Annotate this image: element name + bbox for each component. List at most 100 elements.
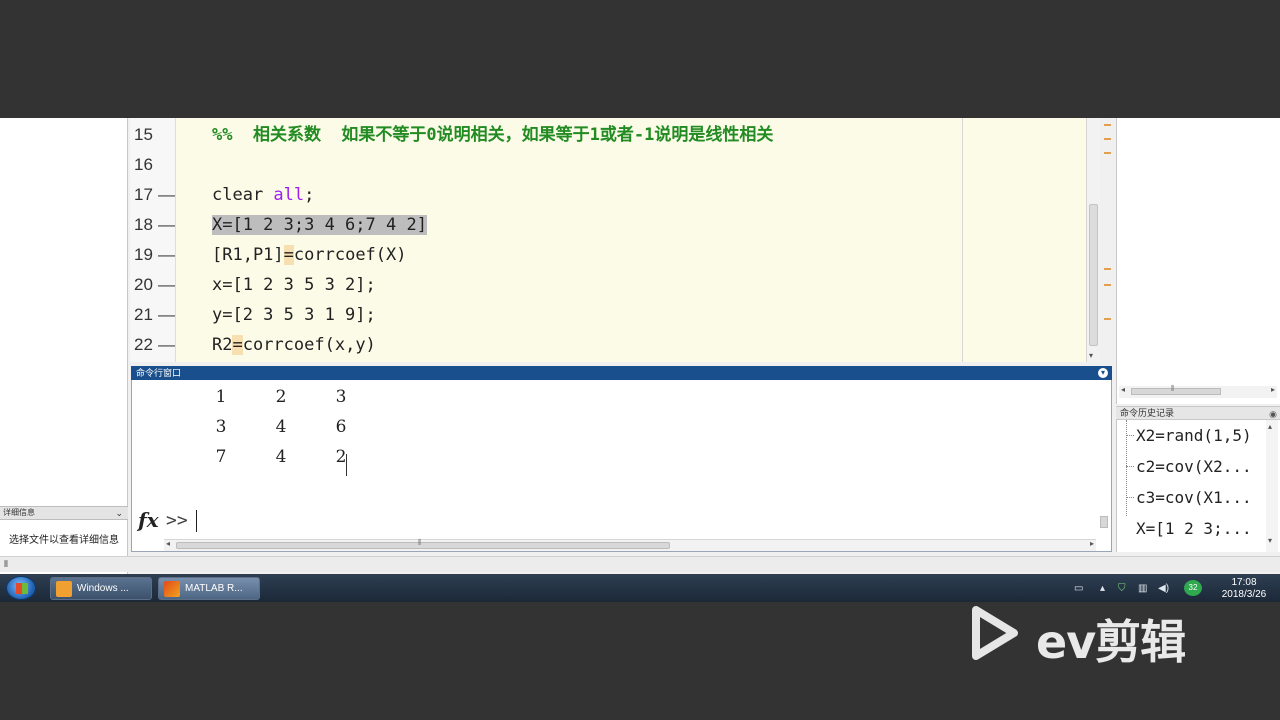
history-tree-branch [1126,466,1134,467]
function-browser-icon[interactable]: fx [138,508,159,532]
details-panel-header[interactable]: 详细信息 ⌄ [0,506,128,520]
watermark-text: ev剪辑 [1036,615,1186,669]
command-history[interactable]: X2=rand(1,5) c2=cov(X2... c3=cov(X1... X… [1116,420,1280,552]
message-marker[interactable] [1104,152,1111,154]
breakpoint-dash[interactable]: — [158,300,175,330]
command-vscroll-thumb[interactable] [1100,516,1108,528]
code-token: clear [212,185,274,205]
breakpoint-dash[interactable]: — [158,270,175,300]
editor-line[interactable]: 18 — X=[1 2 3;3 4 6;7 4 2] [130,210,1100,240]
output-value: 3 [335,387,347,407]
editor-scroll-thumb[interactable] [1089,204,1098,346]
windows-logo-icon [16,583,28,594]
output-value: 7 [215,447,227,467]
clock[interactable]: 17:08 2018/3/26 [1214,577,1274,601]
editor-line[interactable]: 19 — [R1,P1]=corrcoef(X) [130,240,1100,270]
output-value: 6 [335,417,347,437]
breakpoint-dash[interactable]: — [158,180,175,210]
code-editor[interactable]: 15 %% 相关系数 如果不等于0说明相关，如果等于1或者-1说明是线性相关 16 1… [130,118,1100,362]
clock-time: 17:08 [1231,577,1257,588]
output-row: 7 4 2 [132,442,732,472]
command-window-titlebar[interactable]: 命令行窗口 ▾ [131,366,1112,380]
command-horizontal-scrollbar[interactable]: ◂ ⦀ ▸ [164,538,1096,551]
code-token: R2 [212,335,233,355]
command-history-header[interactable]: 命令历史记录 ◉ [1116,406,1280,420]
scroll-right-arrow-icon[interactable]: ▸ [1090,539,1094,548]
scroll-up-arrow-icon[interactable]: ▴ [1268,422,1272,431]
history-item[interactable]: X2=rand(1,5) [1136,420,1280,451]
message-marker[interactable] [1104,124,1111,126]
history-tree-branch [1126,497,1134,498]
scroll-left-arrow-icon[interactable]: ◂ [1121,385,1125,394]
message-marker[interactable] [1104,138,1111,140]
scroll-right-arrow-icon[interactable]: ▸ [1271,385,1275,394]
editor-line[interactable]: 20 — x=[1 2 3 5 3 2]; [130,270,1100,300]
security-shield-icon[interactable]: ⛉ [1118,583,1126,594]
panel-options-icon[interactable]: ▾ [1098,368,1108,378]
line-number: 21 [134,305,153,324]
start-button[interactable] [6,576,36,600]
network-icon[interactable]: ▥ [1138,583,1147,594]
command-window-title: 命令行窗口 [136,368,182,378]
media-player-icon [56,581,72,597]
code-text: R2=corrcoef(x,y) [212,330,376,360]
command-vertical-scrollbar[interactable] [1098,380,1110,538]
message-marker[interactable] [1104,268,1111,270]
taskbar-button-matlab[interactable]: MATLAB R... [158,577,260,600]
tray-badge[interactable]: 32 [1184,580,1202,596]
output-value: 1 [215,387,227,407]
volume-icon[interactable]: ◀) [1158,583,1169,594]
code-token: [R1,P1] [212,245,284,265]
editor-line[interactable]: 17 — clear all; [130,180,1100,210]
breakpoint-dash[interactable]: — [158,240,175,270]
ev-watermark: ev剪辑 [964,602,1214,669]
code-token: X=[1 2 3;3 4 6;7 4 2] [212,215,427,235]
scroll-grip-icon: ⦀ [418,538,422,547]
command-hscroll-thumb[interactable] [176,542,670,549]
history-item[interactable]: X=[1 2 3;... [1136,513,1280,544]
editor-line[interactable]: 15 %% 相关系数 如果不等于0说明相关，如果等于1或者-1说明是线性相关 [130,120,1100,150]
code-token: %% 相关系数 如果不等于0说明相关，如果等于1或者-1说明是线性相关 [212,125,774,145]
history-item[interactable]: c2=cov(X2... [1136,451,1280,482]
windows-taskbar: Windows ... MATLAB R... ▭ ▴ ⛉ ▥ ◀) 32 17… [0,574,1280,602]
show-hidden-icons-icon[interactable]: ▴ [1100,583,1105,594]
workspace-scroll-thumb[interactable] [1131,388,1221,395]
scroll-down-arrow-icon[interactable]: ▾ [1268,536,1272,545]
code-text: X=[1 2 3;3 4 6;7 4 2] [212,210,427,240]
taskbar-button-label: Windows ... [77,583,129,594]
status-bar: ⦀ [0,556,1280,572]
history-vertical-scrollbar[interactable]: ▴ ▾ [1266,420,1278,552]
line-number: 22 [134,335,153,354]
history-item[interactable]: c3=cov(X1... [1136,482,1280,513]
chevron-down-icon[interactable]: ⌄ [115,507,123,519]
line-number: 16 [134,155,153,174]
breakpoint-dash[interactable]: — [158,210,175,240]
line-number: 17 [134,185,153,204]
scroll-grip-icon: ⦀ [1171,384,1175,393]
history-tree-branch [1126,435,1134,436]
clock-date: 2018/3/26 [1221,589,1267,600]
breakpoint-dash[interactable]: — [158,330,175,360]
editor-line[interactable]: 22 — R2=corrcoef(x,y) [130,330,1100,360]
editor-line[interactable]: 16 [130,150,1100,180]
panel-options-icon[interactable]: ◉ [1269,408,1277,420]
keyboard-icon[interactable]: ▭ [1074,583,1083,594]
code-token: corrcoef(x,y) [242,335,376,355]
editor-message-bar [1102,118,1114,362]
output-value: 3 [215,417,227,437]
output-row: 1 2 3 [132,382,732,412]
scroll-left-arrow-icon[interactable]: ◂ [166,539,170,548]
taskbar-button-windows[interactable]: Windows ... [50,577,152,600]
code-text: %% 相关系数 如果不等于0说明相关，如果等于1或者-1说明是线性相关 [212,120,773,150]
editor-line[interactable]: 21 — y=[2 3 5 3 1 9]; [130,300,1100,330]
command-window[interactable]: 1 2 3 3 4 6 7 4 2 fx >> ◂ ⦀ ▸ [131,380,1112,552]
editor-vertical-scrollbar[interactable]: ▾ [1086,118,1100,362]
text-caret [346,454,347,476]
line-number: 18 [134,215,153,234]
scroll-down-arrow-icon[interactable]: ▾ [1089,351,1093,360]
matlab-desktop: 详细信息 ⌄ 选择文件以查看详细信息 15 %% 相关系数 如果不等于0说明相关，… [0,118,1280,602]
input-caret [196,510,197,532]
message-marker[interactable] [1104,318,1111,320]
message-marker[interactable] [1104,284,1111,286]
workspace-horizontal-scrollbar[interactable]: ◂ ⦀ ▸ [1119,384,1277,398]
